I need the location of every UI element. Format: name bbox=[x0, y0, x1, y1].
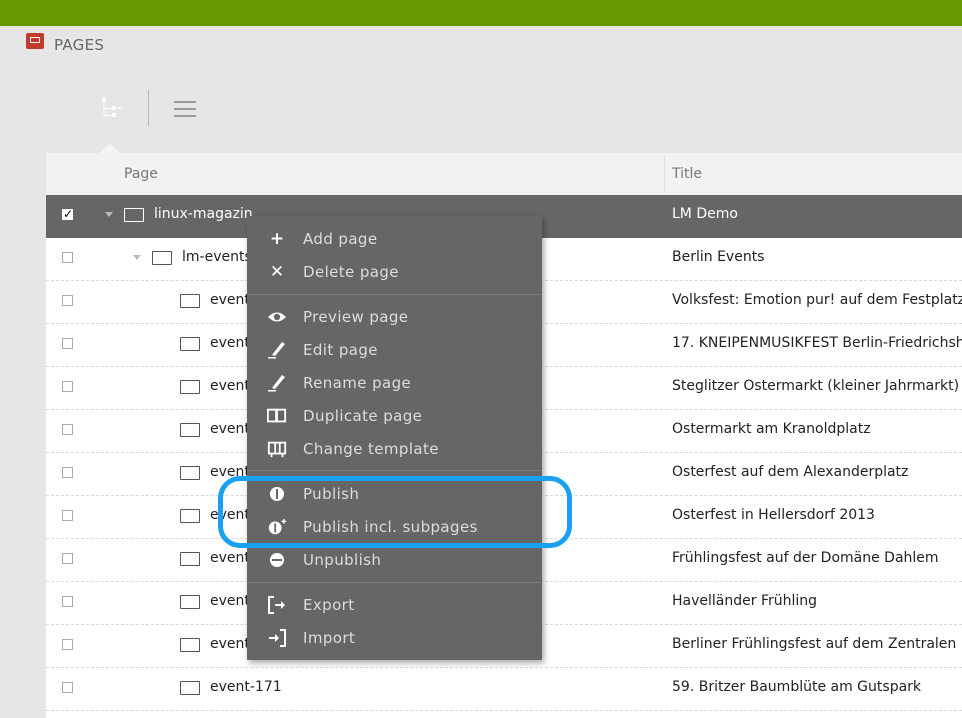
page-title: LM Demo bbox=[672, 206, 738, 222]
page-icon bbox=[180, 423, 200, 437]
page-name: event bbox=[210, 636, 250, 652]
menu-item-rename-page[interactable]: Rename page bbox=[247, 367, 542, 400]
menu-item-duplicate-page[interactable]: Duplicate page bbox=[247, 400, 542, 433]
menu-separator bbox=[247, 582, 542, 583]
page-icon bbox=[180, 380, 200, 394]
page-name: linux-magazin bbox=[154, 206, 253, 222]
page-icon bbox=[180, 294, 200, 308]
row-checkbox[interactable] bbox=[62, 252, 73, 263]
eye-icon bbox=[268, 312, 286, 322]
menu-separator bbox=[247, 294, 542, 295]
page-name: lm-events bbox=[182, 249, 252, 265]
page-icon bbox=[180, 466, 200, 480]
page-title: Berliner Frühlingsfest auf dem Zentralen… bbox=[672, 636, 962, 652]
menu-item-add-page[interactable]: + Add page bbox=[247, 223, 542, 256]
row-checkbox[interactable] bbox=[62, 682, 73, 693]
page-title: Osterfest in Hellersdorf 2013 bbox=[672, 507, 875, 523]
menu-item-preview-page[interactable]: Preview page bbox=[247, 301, 542, 334]
context-menu: + Add page ✕ Delete page Preview page Ed… bbox=[247, 216, 542, 660]
module-header bbox=[0, 26, 962, 66]
row-checkbox[interactable] bbox=[62, 510, 73, 521]
duplicate-icon bbox=[267, 408, 287, 423]
table-row[interactable]: event-171 59. Britzer Baumblüte am Gutsp… bbox=[46, 668, 962, 711]
row-checkbox[interactable] bbox=[62, 295, 73, 306]
page-name: event bbox=[210, 378, 250, 394]
page-title: Osterfest auf dem Alexanderplatz bbox=[672, 464, 909, 480]
row-checkbox[interactable] bbox=[62, 381, 73, 392]
row-checkbox[interactable] bbox=[62, 424, 73, 435]
column-separator[interactable] bbox=[664, 157, 665, 191]
page-name: event bbox=[210, 292, 250, 308]
pencil-icon bbox=[268, 342, 285, 359]
list-view-icon[interactable] bbox=[172, 96, 198, 122]
row-checkbox[interactable]: ✓ bbox=[62, 208, 73, 220]
page-name: event bbox=[210, 421, 250, 437]
page-icon bbox=[180, 509, 200, 523]
expand-arrow-icon[interactable] bbox=[133, 255, 141, 260]
menu-item-import[interactable]: Import bbox=[247, 622, 542, 655]
menu-separator bbox=[247, 470, 542, 471]
page-name: event bbox=[210, 335, 250, 351]
page-icon bbox=[180, 552, 200, 566]
toolbar-separator bbox=[148, 90, 149, 126]
plus-icon: + bbox=[269, 229, 285, 249]
row-checkbox[interactable] bbox=[62, 467, 73, 478]
top-accent-bar bbox=[0, 0, 962, 26]
page-icon bbox=[180, 595, 200, 609]
menu-item-edit-page[interactable]: Edit page bbox=[247, 334, 542, 367]
tree-view-icon[interactable] bbox=[100, 96, 126, 122]
page-icon bbox=[124, 208, 144, 222]
import-icon bbox=[269, 629, 286, 647]
menu-item-unpublish[interactable]: Unpublish bbox=[247, 544, 542, 577]
column-header-page[interactable]: Page bbox=[124, 166, 158, 182]
column-header-title[interactable]: Title bbox=[672, 166, 702, 182]
page-name: event bbox=[210, 593, 250, 609]
page-icon bbox=[180, 681, 200, 695]
menu-item-delete-page[interactable]: ✕ Delete page bbox=[247, 256, 542, 289]
page-icon bbox=[152, 251, 172, 265]
active-view-pointer bbox=[100, 143, 120, 153]
unpublish-icon bbox=[270, 553, 284, 567]
page-title: Steglitzer Ostermarkt (kleiner Jahrmarkt… bbox=[672, 378, 960, 394]
page-title: Volksfest: Emotion pur! auf dem Festplat… bbox=[672, 292, 962, 308]
page-icon bbox=[180, 337, 200, 351]
page-icon bbox=[180, 638, 200, 652]
pages-module-icon bbox=[26, 33, 44, 49]
grid-header: Page Title bbox=[46, 153, 962, 196]
module-title: PAGES bbox=[54, 36, 105, 54]
page-title: Havelländer Frühling bbox=[672, 593, 818, 609]
row-checkbox[interactable] bbox=[62, 553, 73, 564]
menu-item-export[interactable]: Export bbox=[247, 589, 542, 622]
page-name: event-171 bbox=[210, 679, 282, 695]
row-checkbox[interactable] bbox=[62, 338, 73, 349]
page-title: Berlin Events bbox=[672, 249, 765, 265]
page-title: Ostermarkt am Kranoldplatz bbox=[672, 421, 871, 437]
page-title: Frühlingsfest auf der Domäne Dahlem bbox=[672, 550, 939, 566]
view-toolbar bbox=[0, 66, 962, 152]
row-checkbox[interactable] bbox=[62, 596, 73, 607]
expand-arrow-icon[interactable] bbox=[105, 212, 113, 217]
pencil-icon bbox=[268, 375, 285, 392]
export-icon bbox=[268, 596, 285, 614]
highlight-annotation bbox=[218, 476, 572, 548]
page-title: 17. KNEIPENMUSIKFEST Berlin-Friedrichsha… bbox=[672, 335, 962, 351]
page-title: 59. Britzer Baumblüte am Gutspark bbox=[672, 679, 922, 695]
menu-item-change-template[interactable]: Change template bbox=[247, 433, 542, 466]
row-checkbox[interactable] bbox=[62, 639, 73, 650]
close-icon: ✕ bbox=[269, 262, 285, 282]
template-icon bbox=[267, 441, 287, 458]
page-name: event bbox=[210, 550, 250, 566]
